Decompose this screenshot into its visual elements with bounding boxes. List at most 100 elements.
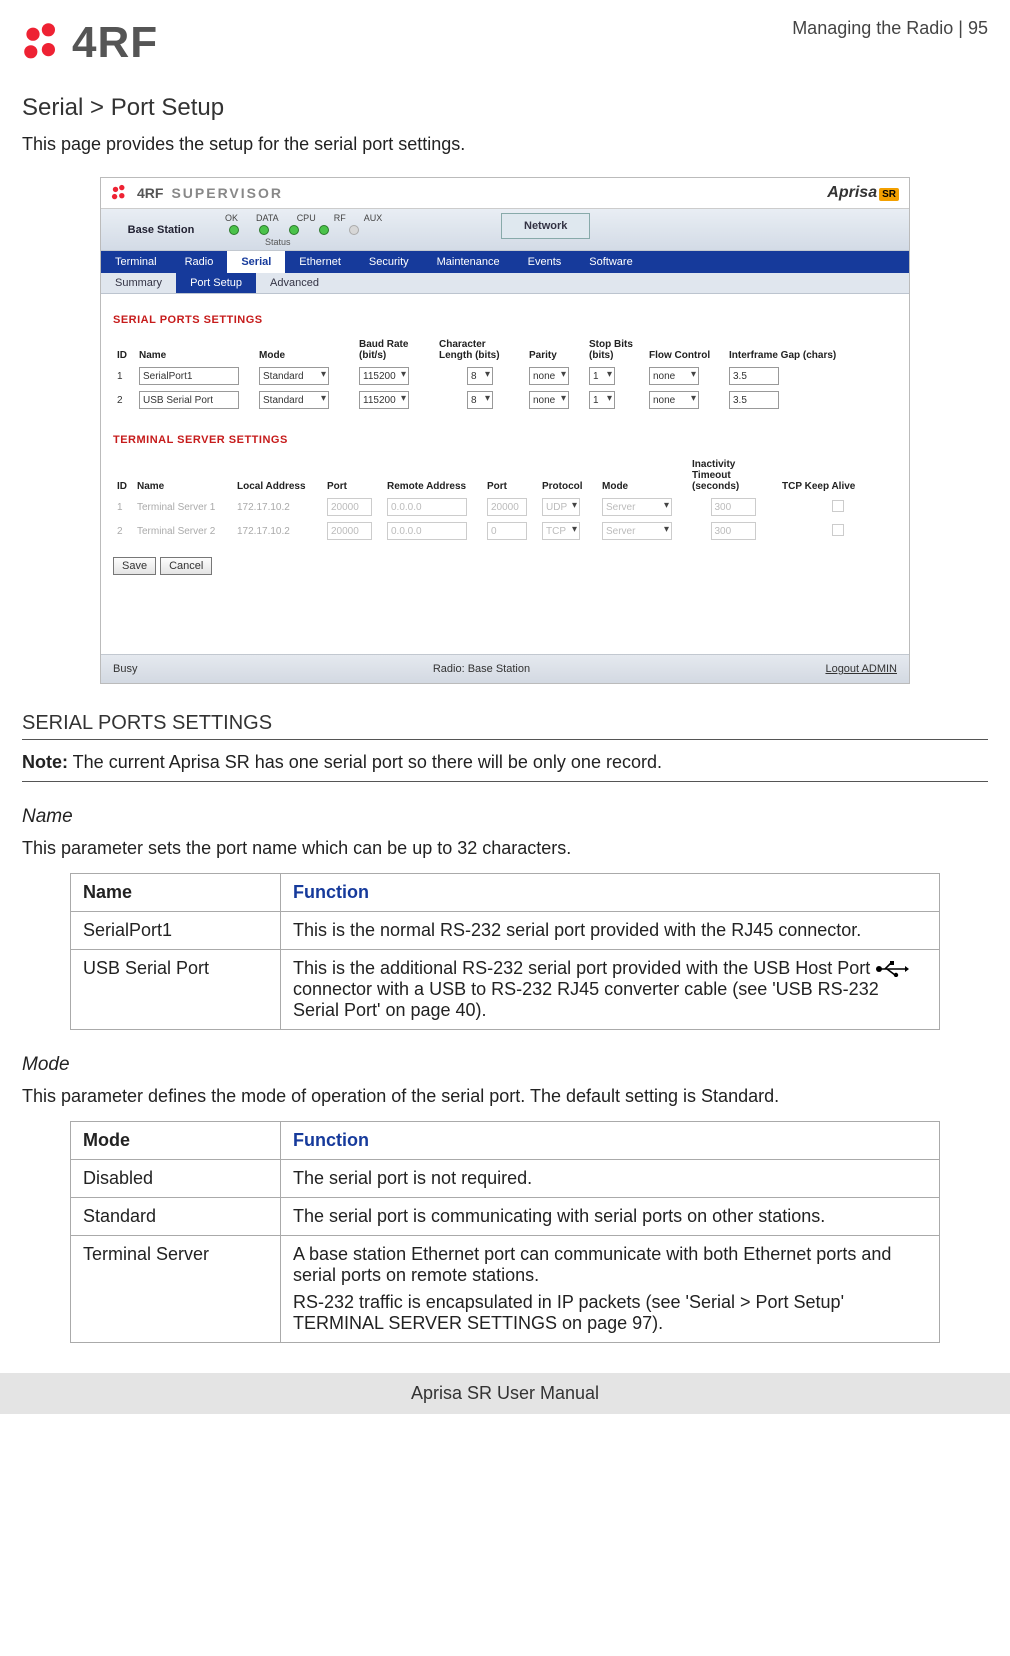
cancel-button[interactable]: Cancel (160, 557, 212, 575)
parity-select[interactable]: none (529, 367, 569, 385)
led-cpu-icon (289, 225, 299, 235)
tab-events[interactable]: Events (514, 251, 576, 273)
footer-radio: Radio: Base Station (433, 663, 530, 675)
name-input[interactable]: USB Serial Port (139, 391, 239, 409)
table-row: 2 Terminal Server 2 172.17.10.2 20000 0.… (113, 519, 897, 543)
param-mode-heading: Mode (22, 1054, 988, 1076)
supervisor-label: SUPERVISOR (171, 185, 283, 201)
led-label: DATA (256, 213, 279, 223)
subtab-summary[interactable]: Summary (101, 273, 176, 293)
led-rf-icon (319, 225, 329, 235)
terminal-server-table: ID Name Local Address Port Remote Addres… (113, 456, 897, 543)
tab-security[interactable]: Security (355, 251, 423, 273)
flow-select[interactable]: none (649, 367, 699, 385)
stop-select[interactable]: 1 (589, 391, 615, 409)
col-proto: Protocol (538, 456, 598, 495)
timeout-input[interactable]: 300 (711, 522, 756, 540)
supervisor-screenshot: 4RF SUPERVISOR AprisaSR Base Station OK … (100, 177, 910, 684)
keepalive-checkbox[interactable] (832, 500, 844, 512)
tab-ethernet[interactable]: Ethernet (285, 251, 355, 273)
keepalive-checkbox[interactable] (832, 524, 844, 536)
col-flow: Flow Control (645, 336, 725, 364)
baud-select[interactable]: 115200 (359, 391, 409, 409)
led-label: OK (225, 213, 238, 223)
timeout-input[interactable]: 300 (711, 498, 756, 516)
serial-ports-settings-heading: SERIAL PORTS SETTINGS (22, 712, 988, 735)
th-function: Function (281, 874, 940, 912)
table-row: 2 USB Serial Port Standard 115200 8 none… (113, 388, 897, 412)
serial-ports-table: ID Name Mode Baud Rate (bit/s) Character… (113, 336, 897, 412)
tab-radio[interactable]: Radio (171, 251, 228, 273)
rport-input[interactable]: 0 (487, 522, 527, 540)
name-input[interactable]: SerialPort1 (139, 367, 239, 385)
brand-logo: 4RF (22, 18, 158, 68)
mode-select[interactable]: Standard (259, 367, 329, 385)
divider (22, 739, 988, 740)
remote-input[interactable]: 0.0.0.0 (387, 522, 467, 540)
main-nav: Terminal Radio Serial Ethernet Security … (101, 251, 909, 273)
param-mode-desc: This parameter defines the mode of opera… (22, 1086, 988, 1107)
table-row: Terminal Server A base station Ethernet … (71, 1236, 940, 1343)
baud-select[interactable]: 115200 (359, 367, 409, 385)
gap-input[interactable]: 3.5 (729, 391, 779, 409)
mode-table: Mode Function Disabled The serial port i… (70, 1121, 940, 1343)
logout-link[interactable]: Logout ADMIN (825, 663, 897, 675)
th-mode: Mode (71, 1122, 281, 1160)
col-timeout: Inactivity Timeout (seconds) (688, 456, 778, 495)
page-footer: Aprisa SR User Manual (0, 1373, 1010, 1414)
stop-select[interactable]: 1 (589, 367, 615, 385)
status-label: Status (265, 237, 291, 247)
note-text: Note: The current Aprisa SR has one seri… (22, 748, 988, 777)
breadcrumb: Managing the Radio | 95 (792, 18, 988, 39)
col-parity: Parity (525, 336, 585, 364)
name-table: Name Function SerialPort1 This is the no… (70, 873, 940, 1030)
subtab-advanced[interactable]: Advanced (256, 273, 333, 293)
mode-select[interactable]: Standard (259, 391, 329, 409)
proto-select[interactable]: UDP (542, 498, 580, 516)
col-id: ID (113, 336, 135, 364)
mode-select[interactable]: Server (602, 498, 672, 516)
port-input[interactable]: 20000 (327, 498, 372, 516)
aprisa-logo: AprisaSR (827, 184, 899, 202)
port-input[interactable]: 20000 (327, 522, 372, 540)
table-row: SerialPort1 This is the normal RS-232 se… (71, 912, 940, 950)
col-id: ID (113, 456, 133, 495)
charlen-select[interactable]: 8 (467, 391, 493, 409)
mode-select[interactable]: Server (602, 522, 672, 540)
page-title: Serial > Port Setup (22, 94, 988, 122)
led-data-icon (259, 225, 269, 235)
col-stop: Stop Bits (bits) (585, 336, 645, 364)
table-row: Disabled The serial port is not required… (71, 1160, 940, 1198)
col-remote: Remote Address (383, 456, 483, 495)
flow-select[interactable]: none (649, 391, 699, 409)
param-name-desc: This parameter sets the port name which … (22, 838, 988, 859)
th-function: Function (281, 1122, 940, 1160)
tab-software[interactable]: Software (575, 251, 646, 273)
tab-maintenance[interactable]: Maintenance (423, 251, 514, 273)
table-row: 1 Terminal Server 1 172.17.10.2 20000 0.… (113, 495, 897, 519)
proto-select[interactable]: TCP (542, 522, 580, 540)
tab-serial[interactable]: Serial (227, 251, 285, 273)
subtab-port-setup[interactable]: Port Setup (176, 273, 256, 293)
save-button[interactable]: Save (113, 557, 156, 575)
remote-input[interactable]: 0.0.0.0 (387, 498, 467, 516)
terminal-server-heading: TERMINAL SERVER SETTINGS (113, 434, 897, 446)
col-port: Port (323, 456, 383, 495)
col-rport: Port (483, 456, 538, 495)
tab-terminal[interactable]: Terminal (101, 251, 171, 273)
led-aux-icon (349, 225, 359, 235)
col-gap: Interframe Gap (chars) (725, 336, 897, 364)
col-name: Name (135, 336, 255, 364)
table-row: Standard The serial port is communicatin… (71, 1198, 940, 1236)
rport-input[interactable]: 20000 (487, 498, 527, 516)
parity-select[interactable]: none (529, 391, 569, 409)
col-keepalive: TCP Keep Alive (778, 456, 897, 495)
param-name-heading: Name (22, 806, 988, 828)
base-station-label: Base Station (101, 224, 221, 236)
charlen-select[interactable]: 8 (467, 367, 493, 385)
col-mode: Mode (255, 336, 355, 364)
network-button[interactable]: Network (501, 213, 590, 239)
gap-input[interactable]: 3.5 (729, 367, 779, 385)
led-label: CPU (297, 213, 316, 223)
led-label: AUX (364, 213, 383, 223)
